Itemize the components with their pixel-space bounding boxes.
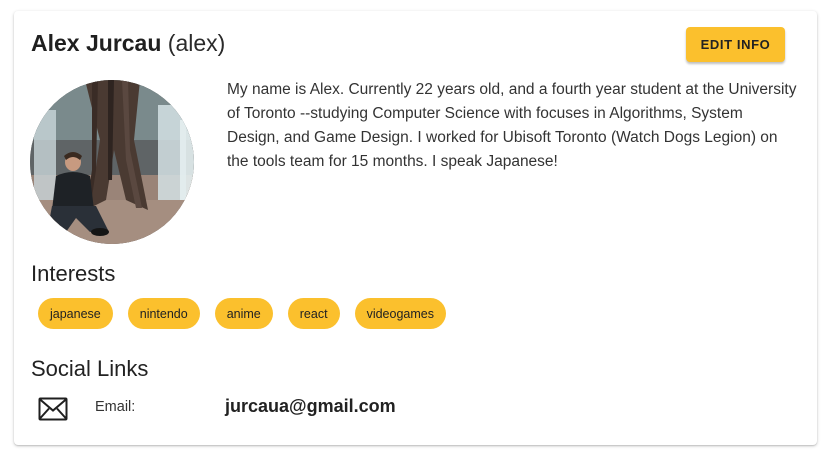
username: (alex) [167, 30, 226, 56]
profile-name-heading: Alex Jurcau (alex) [31, 30, 225, 57]
social-links-heading: Social Links [31, 356, 149, 381]
edit-info-button[interactable]: EDIT INFO [686, 27, 785, 62]
avatar-photo [30, 80, 194, 244]
interest-chip-videogames[interactable]: videogames [354, 298, 446, 329]
avatar [30, 80, 194, 244]
email-label: Email: [95, 399, 136, 415]
profile-card: Alex Jurcau (alex) EDIT INFO My name is … [14, 11, 817, 445]
email-value: jurcaua@gmail.com [225, 396, 396, 416]
bio-text: My name is Alex. Currently 22 years old,… [227, 81, 797, 170]
mail-icon[interactable] [38, 397, 68, 421]
full-name: Alex Jurcau [31, 30, 162, 56]
interest-chip-anime[interactable]: anime [214, 298, 273, 329]
interest-chip-japanese[interactable]: japanese [38, 298, 113, 329]
interests-chip-list: japanese nintendo anime react videogames [38, 298, 446, 329]
interest-chip-nintendo[interactable]: nintendo [127, 298, 200, 329]
interests-heading: Interests [31, 261, 116, 286]
interest-chip-react[interactable]: react [287, 298, 340, 329]
